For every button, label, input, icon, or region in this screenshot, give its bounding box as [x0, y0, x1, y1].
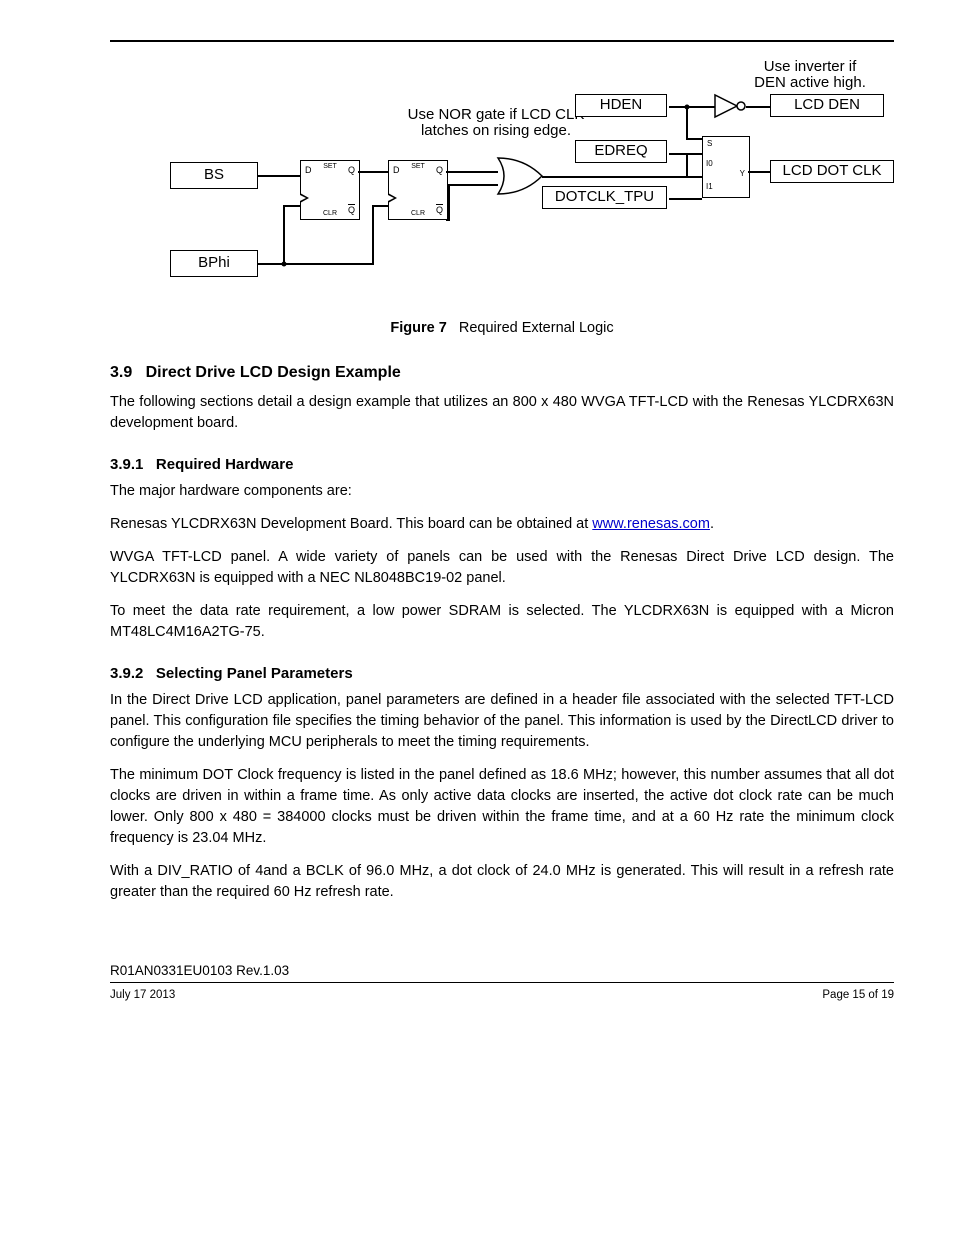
- section-3-9-1-li1: Renesas YLCDRX63N Development Board. Thi…: [110, 514, 894, 535]
- section-3-9-1-heading: 3.9.1 Required Hardware: [110, 456, 894, 473]
- signal-lcd-dotclk: LCD DOT CLK: [770, 160, 894, 183]
- section-3-9-2-p2: The minimum DOT Clock frequency is liste…: [110, 765, 894, 849]
- section-3-9-1-li2: WVGA TFT-LCD panel. A wide variety of pa…: [110, 547, 894, 589]
- section-3-9-p1: The following sections detail a design e…: [110, 392, 894, 434]
- multiplexer: S I0 I1 Y: [702, 136, 750, 198]
- flipflop-1: D SET Q CLR Q: [300, 160, 360, 220]
- signal-hden: HDEN: [575, 94, 667, 117]
- signal-edreq: EDREQ: [575, 140, 667, 163]
- footer: July 17 2013 Page 15 of 19: [110, 982, 894, 1001]
- flipflop-2: D SET Q CLR Q: [388, 160, 448, 220]
- signal-bs: BS: [170, 162, 258, 189]
- footer-note: R01AN0331EU0103 Rev.1.03: [110, 963, 894, 978]
- inverter-note2: DEN active high.: [730, 74, 890, 92]
- figure-caption: Figure 7 Required External Logic: [110, 320, 894, 336]
- renesas-link[interactable]: www.renesas.com: [592, 516, 710, 532]
- footer-page: Page 15 of 19: [822, 989, 894, 1001]
- section-3-9-2-heading: 3.9.2 Selecting Panel Parameters: [110, 665, 894, 682]
- external-logic-diagram: Use inverter if DEN active high. Use NOR…: [110, 60, 894, 290]
- nor-note2: latches on rising edge.: [396, 122, 596, 140]
- signal-bphi: BPhi: [170, 250, 258, 277]
- section-3-9-heading: 3.9 Direct Drive LCD Design Example: [110, 364, 894, 382]
- section-3-9-1-li3: To meet the data rate requirement, a low…: [110, 601, 894, 643]
- signal-dotclk-tpu: DOTCLK_TPU: [542, 186, 667, 209]
- inverter-icon: [711, 91, 747, 121]
- section-3-9-2-p1: In the Direct Drive LCD application, pan…: [110, 690, 894, 753]
- section-3-9-2-p3: With a DIV_RATIO of 4and a BCLK of 96.0 …: [110, 861, 894, 903]
- section-3-9-1-p1: The major hardware components are:: [110, 481, 894, 502]
- signal-lcd-den: LCD DEN: [770, 94, 884, 117]
- footer-date: July 17 2013: [110, 989, 175, 1001]
